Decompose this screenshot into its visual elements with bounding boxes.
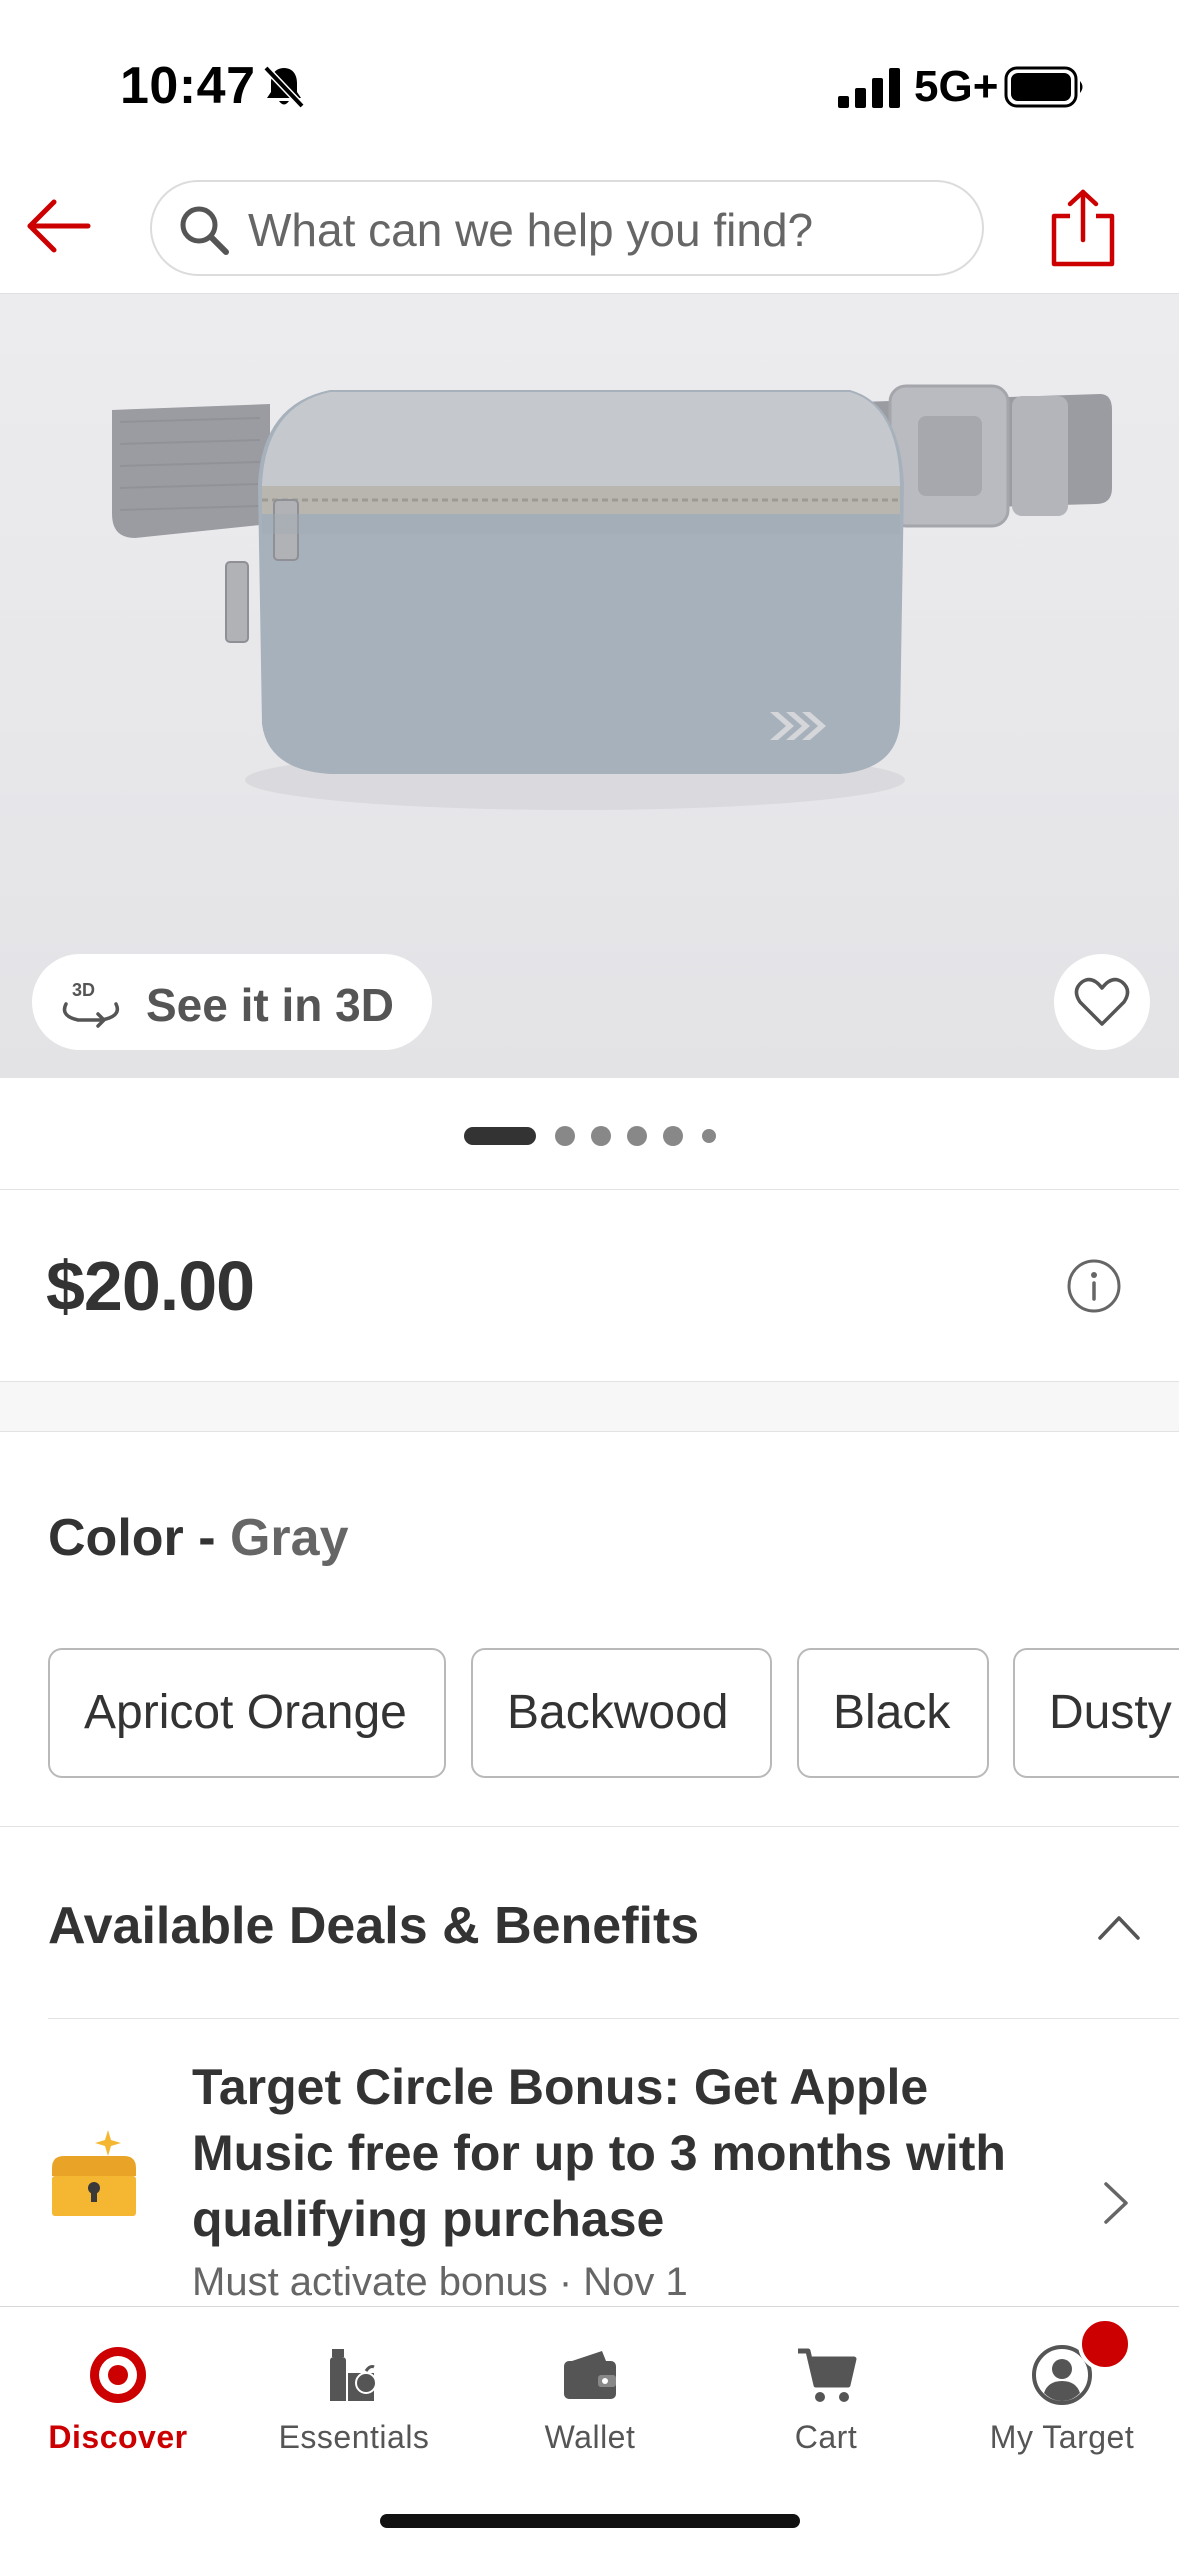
- divider: [48, 2018, 1179, 2019]
- back-arrow-icon[interactable]: [22, 196, 94, 256]
- signal-icon: [838, 68, 900, 108]
- heart-icon: [1074, 977, 1130, 1026]
- battery-icon: [1004, 66, 1083, 108]
- status-time: 10:47: [120, 57, 256, 115]
- see-in-3d-label: See it in 3D: [146, 979, 394, 1031]
- tab-my-target[interactable]: My Target: [944, 2307, 1179, 2487]
- header: [0, 170, 1179, 294]
- color-heading: Color - Gray: [48, 1508, 349, 1568]
- tab-label: Discover: [48, 2419, 188, 2455]
- color-option-dusty[interactable]: Dusty: [1013, 1648, 1179, 1778]
- tab-label: Wallet: [544, 2419, 636, 2455]
- wallet-icon: [564, 2351, 616, 2399]
- search-bar[interactable]: [150, 180, 984, 276]
- pagination-dot[interactable]: [627, 1126, 647, 1146]
- svg-text:3D: 3D: [72, 980, 95, 1000]
- pagination-dot[interactable]: [702, 1129, 716, 1143]
- info-icon[interactable]: [1066, 1258, 1122, 1314]
- tab-wallet[interactable]: Wallet: [472, 2307, 708, 2487]
- section-divider: [0, 1382, 1179, 1432]
- search-icon: [180, 206, 229, 255]
- tab-label: Cart: [794, 2419, 858, 2455]
- 3d-rotate-icon: 3D: [62, 980, 120, 1028]
- bell-slash-icon: [263, 65, 305, 109]
- pagination-dot[interactable]: [663, 1126, 683, 1146]
- deals-heading[interactable]: Available Deals & Benefits: [48, 1896, 699, 1956]
- tab-cart[interactable]: Cart: [708, 2307, 944, 2487]
- pagination-dot[interactable]: [591, 1126, 611, 1146]
- price-row: $20.00: [0, 1190, 1179, 1382]
- color-option-apricot-orange[interactable]: Apricot Orange: [48, 1648, 446, 1778]
- essentials-icon: [330, 2349, 377, 2401]
- tab-label: My Target: [989, 2419, 1135, 2455]
- tab-essentials[interactable]: Essentials: [236, 2307, 472, 2487]
- divider: [0, 1826, 1179, 1827]
- selected-color: Gray: [229, 1509, 349, 1567]
- color-separator: -: [183, 1509, 230, 1567]
- color-option-black[interactable]: Black: [797, 1648, 989, 1778]
- deal-item[interactable]: Target Circle Bonus: Get Apple Music fre…: [0, 2020, 1179, 2306]
- share-icon[interactable]: [1048, 188, 1118, 268]
- treasure-chest-icon: [52, 2130, 136, 2216]
- status-bar: 10:47 5G+: [0, 0, 1179, 170]
- notification-badge: [1078, 2317, 1132, 2371]
- deal-subtitle: Must activate bonus · Nov 1: [192, 2260, 688, 2304]
- chevron-right-icon: [1104, 2182, 1128, 2224]
- color-label: Color: [48, 1509, 184, 1567]
- home-indicator: [380, 2514, 800, 2528]
- product-image-carousel[interactable]: 3D See it in 3D: [0, 294, 1179, 1078]
- cart-icon: [798, 2348, 857, 2402]
- favorite-button[interactable]: [1054, 954, 1150, 1050]
- image-pagination: [0, 1078, 1179, 1190]
- color-option-backwood[interactable]: Backwood: [471, 1648, 772, 1778]
- deal-title: Target Circle Bonus: Get Apple Music fre…: [192, 2059, 1006, 2247]
- pagination-dot-active[interactable]: [464, 1127, 536, 1145]
- target-logo-icon: [90, 2347, 146, 2403]
- network-label: 5G+: [914, 62, 999, 111]
- tab-label: Essentials: [278, 2419, 430, 2455]
- price: $20.00: [46, 1247, 255, 1325]
- tab-discover[interactable]: Discover: [0, 2307, 236, 2487]
- see-in-3d-button[interactable]: 3D See it in 3D: [32, 954, 432, 1050]
- search-input[interactable]: [248, 204, 948, 256]
- pagination-dot[interactable]: [555, 1126, 575, 1146]
- chevron-up-icon[interactable]: [1096, 1906, 1142, 1946]
